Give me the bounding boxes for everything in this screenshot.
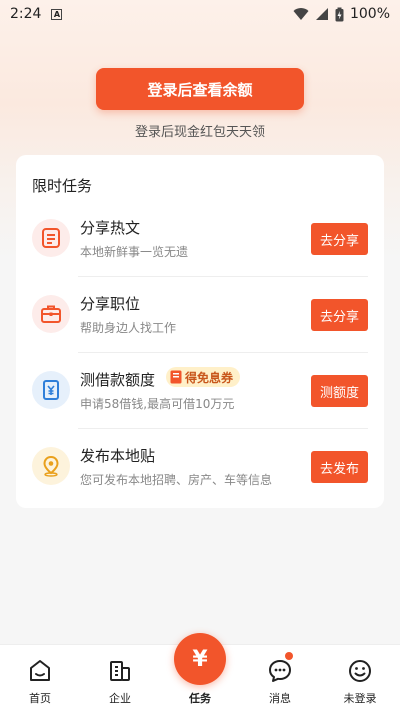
task-desc: 申请58借钱,最高可借10万元 [80,397,235,411]
yuan-coin-icon: ¥ [192,646,208,672]
nav-item-enterprise[interactable]: 企业 [90,645,150,710]
task-title: 分享职位 [80,295,141,313]
task-title: 发布本地贴 [80,447,156,465]
location-pin-icon [32,447,70,485]
coupon-icon [170,370,182,384]
nav-label: 未登录 [343,692,377,705]
smiley-icon [349,660,371,682]
status-time: 2:24 [10,6,42,22]
share-job-button[interactable]: 去分享 [310,299,368,331]
briefcase-icon [32,295,70,333]
nav-item-messages[interactable]: 消息 [250,645,310,710]
signal-icon [315,8,328,20]
task-desc: 您可发布本地招聘、房产、车等信息 [80,473,273,487]
card-title: 限时任务 [32,177,93,195]
article-icon [32,219,70,257]
login-subtitle: 登录后现金红包天天领 [134,125,265,140]
task-title: 分享热文 [80,219,141,237]
task-desc: 帮助身边人找工作 [80,321,177,335]
home-icon [30,660,50,681]
share-article-button[interactable]: 去分享 [310,223,368,255]
battery-icon [335,7,344,21]
nav-item-home[interactable]: 首页 [10,645,70,710]
coupon-label: 得免息券 [185,370,234,385]
task-item-share-article: 分享热文 本地新鲜事一览无遗 去分享 [16,201,384,277]
task-item-share-job: 分享职位 帮助身边人找工作 去分享 [16,277,384,353]
building-icon [110,661,130,681]
publish-post-button[interactable]: 去发布 [310,451,368,483]
interest-free-coupon-badge: 得免息券 [166,367,241,387]
status-icons: 100% [293,6,390,22]
notification-a-icon: A [51,8,63,20]
task-title: 测借款额度 [80,371,156,389]
message-unread-dot [285,652,293,660]
check-limit-button[interactable]: 测额度 [310,375,368,407]
nav-item-tasks[interactable]: ¥ [174,633,226,685]
chat-icon [269,660,291,682]
limited-tasks-card: 限时任务 分享热文 本地新鲜事一览无遗 去分享 分享职位 帮助身边人找工作 去分… [16,155,384,508]
wifi-icon [293,8,309,20]
nav-item-profile[interactable]: 未登录 [330,645,390,710]
task-desc: 本地新鲜事一览无遗 [80,245,189,259]
nav-label-tasks: 任务 [189,692,211,705]
nav-label: 消息 [269,692,291,705]
battery-percent: 100% [349,6,390,22]
yuan-card-icon [32,371,70,409]
task-item-loan-limit: 测借款额度 得免息券 申请58借钱,最高可借10万元 测额度 [16,353,384,429]
nav-label: 企业 [109,692,131,705]
nav-label: 首页 [29,692,51,705]
task-item-local-post: 发布本地贴 您可发布本地招聘、房产、车等信息 去发布 [16,429,384,505]
login-balance-button[interactable]: 登录后查看余额 [96,68,304,110]
status-bar: 2:24 A 100% [0,0,400,28]
